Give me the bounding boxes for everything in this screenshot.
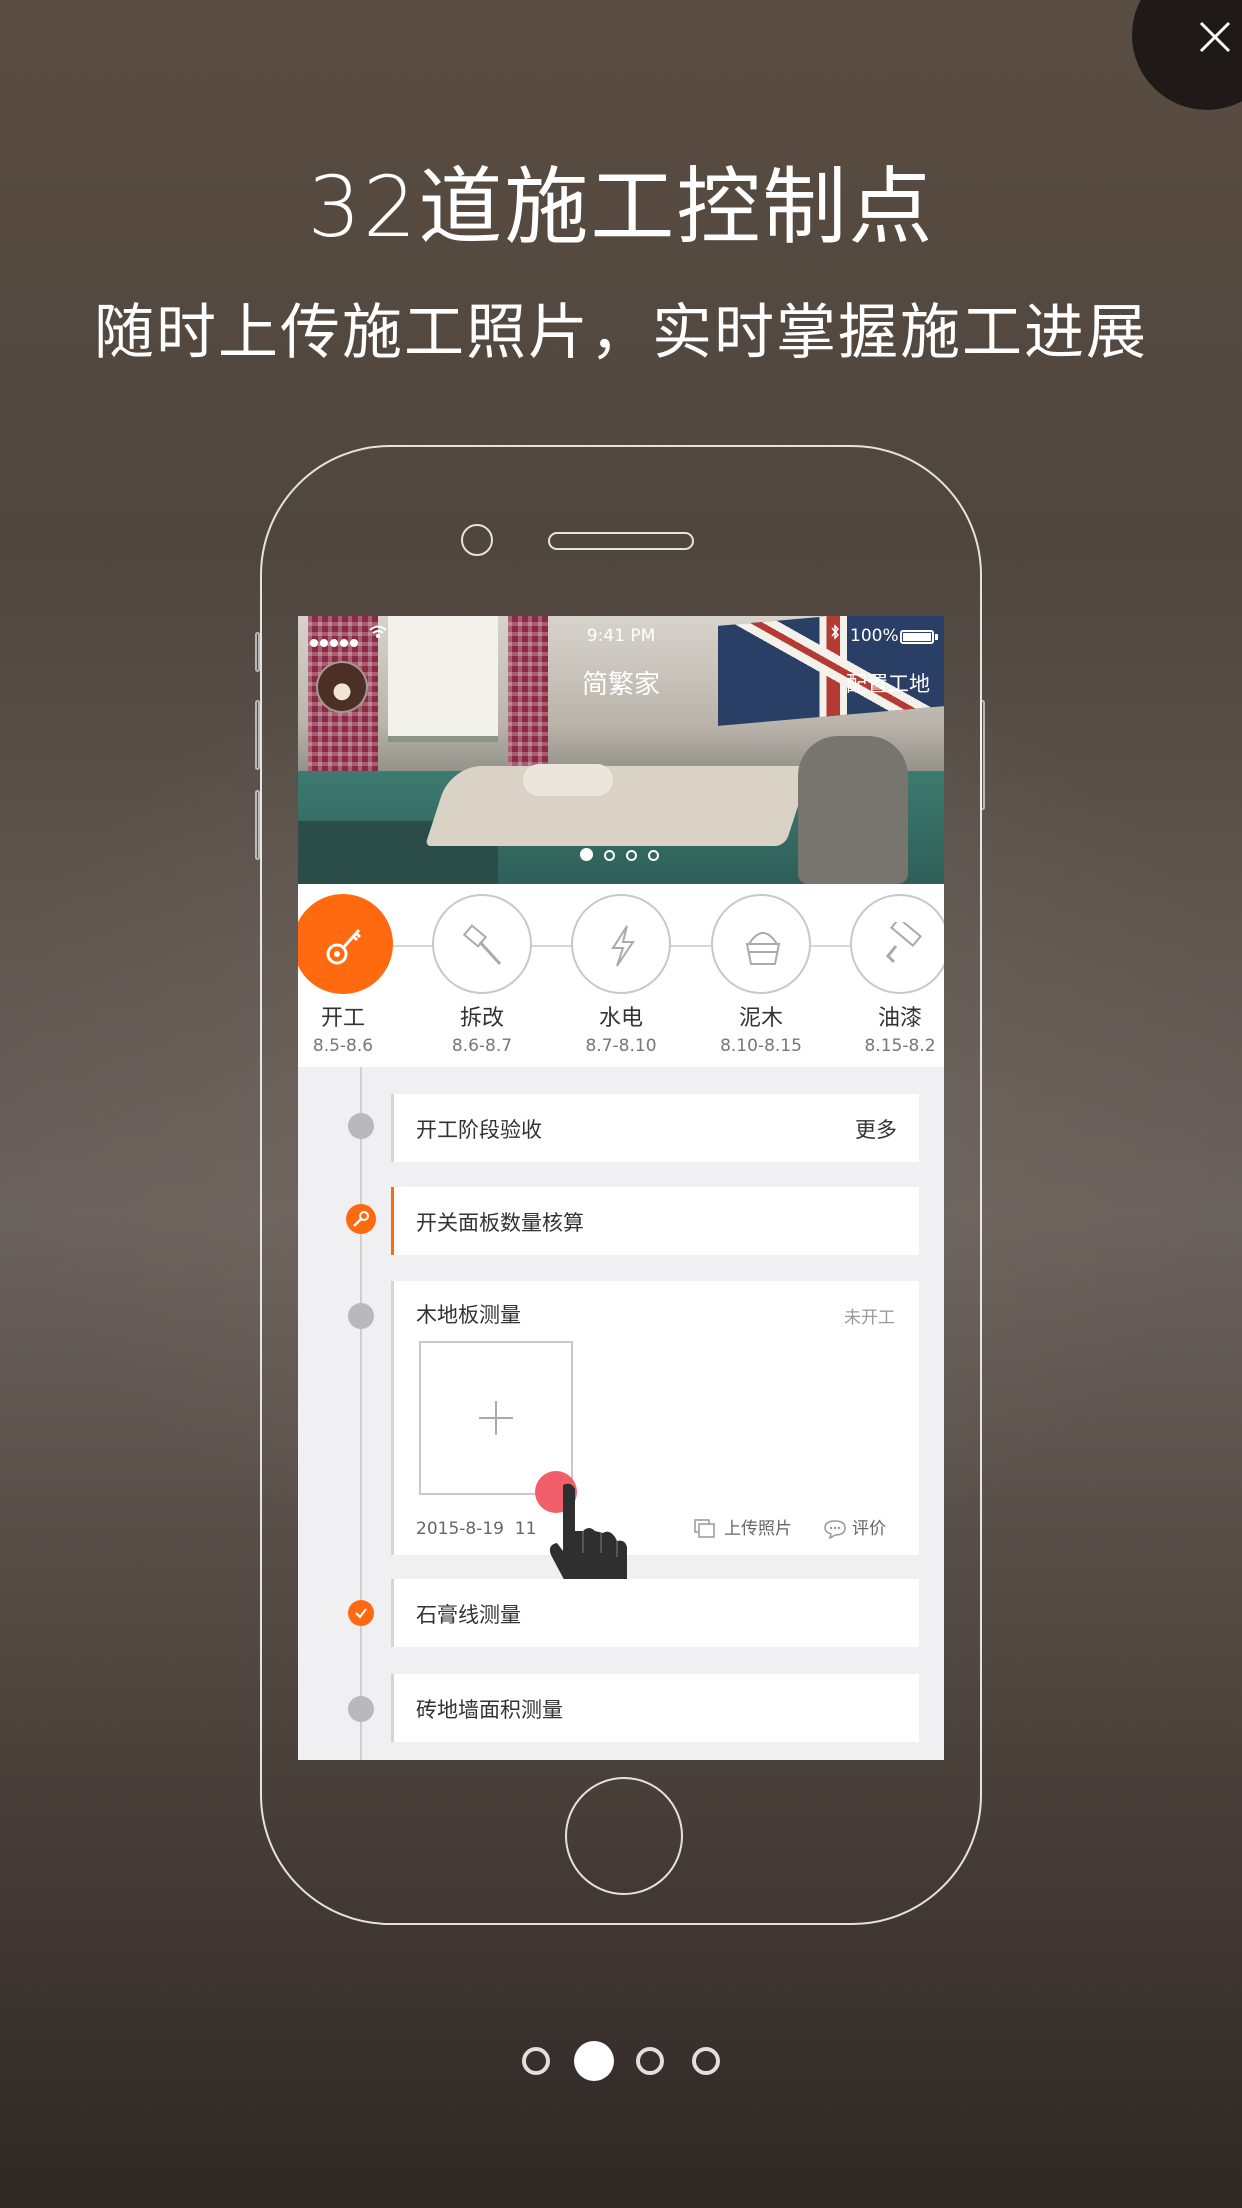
timeline-node-gray (348, 1113, 374, 1139)
stage-chaigai[interactable]: 拆改 8.6-8.7 (412, 894, 552, 1056)
stage-name: 泥木 (738, 1006, 783, 1031)
paint-roller-icon (850, 894, 944, 994)
status-time: 9:41 PM (586, 626, 656, 646)
banner-coat (798, 736, 908, 884)
page-indicator[interactable] (520, 2041, 730, 2081)
close-button[interactable] (1132, 0, 1242, 110)
task-card-expanded[interactable]: 木地板测量 未开工 2015-8-19 11 上传照片 评价 (391, 1281, 919, 1589)
more-link[interactable]: 更多 (855, 1114, 897, 1144)
phone-power-button (980, 700, 985, 810)
check-icon (348, 1600, 374, 1626)
page-dot-active[interactable] (574, 2041, 614, 2081)
banner-pillow (523, 764, 613, 796)
stage-kaigong[interactable]: 开工 8.5-8.6 (298, 894, 413, 1056)
hand-pointer-icon (549, 1483, 627, 1589)
task-date-value: 2015-8-19 (416, 1519, 504, 1539)
phone-screen: 9:41 PM 100% 简繁家 配置工地 开工 8.5-8.6 拆改 8.6-… (298, 616, 944, 1760)
stage-youqi[interactable]: 油漆 8.15-8.2 (830, 894, 944, 1056)
banner-bed (425, 766, 811, 846)
stage-date: 8.5-8.6 (312, 1036, 374, 1056)
phone-front-camera (461, 524, 493, 556)
stage-name: 油漆 (877, 1006, 922, 1031)
task-title: 砖地墙面积测量 (416, 1698, 563, 1722)
add-photo-button[interactable] (419, 1341, 627, 1589)
status-badge: 未开工 (844, 1308, 895, 1328)
bucket-icon (711, 894, 811, 994)
stage-nimu[interactable]: 泥木 8.10-8.15 (691, 894, 831, 1056)
stage-date: 8.6-8.7 (451, 1036, 513, 1056)
upload-photo-button[interactable]: 上传照片 (724, 1514, 792, 1539)
stage-name: 拆改 (459, 1006, 504, 1031)
bluetooth-icon (831, 624, 840, 640)
battery-nub (935, 634, 938, 640)
stage-date: 8.10-8.15 (720, 1036, 802, 1056)
phone-home-button (565, 1777, 683, 1895)
page-dot[interactable] (522, 2047, 550, 2075)
task-date: 2015-8-19 11 (416, 1519, 536, 1539)
banner-carousel-dots[interactable] (580, 846, 670, 865)
stage-date: 8.15-8.2 (864, 1036, 936, 1056)
close-icon (1199, 21, 1231, 53)
lightning-icon (571, 894, 671, 994)
comment-icon (824, 1520, 846, 1539)
config-site-button[interactable]: 配置工地 (846, 668, 930, 698)
task-card[interactable]: 砖地墙面积测量 (391, 1674, 919, 1742)
timeline-node-gray (348, 1303, 374, 1329)
phone-volume-down (255, 790, 260, 860)
task-card[interactable]: 开工阶段验收 更多 (391, 1094, 919, 1162)
headline: 32道施工控制点 (307, 158, 935, 256)
timeline-line (360, 1067, 362, 1760)
task-title: 开工阶段验收 (416, 1118, 542, 1142)
task-title: 开关面板数量核算 (416, 1211, 584, 1235)
timeline-node-gray (348, 1696, 374, 1722)
stage-shuidian[interactable]: 水电 8.7-8.10 (551, 894, 691, 1056)
page-dot[interactable] (636, 2047, 664, 2075)
stage-date: 8.7-8.10 (585, 1036, 657, 1056)
stage-selector: 开工 8.5-8.6 拆改 8.6-8.7 水电 8.7-8.10 泥木 8.1… (298, 884, 944, 1067)
task-card[interactable]: 开关面板数量核算 (391, 1187, 919, 1255)
task-title: 木地板测量 (416, 1303, 521, 1327)
subheadline: 随时上传施工照片，实时掌握施工进展 (94, 298, 1148, 368)
page-dot[interactable] (692, 2047, 720, 2075)
phone-mute-switch (255, 632, 260, 672)
hammer-icon (432, 894, 532, 994)
battery-icon (900, 630, 934, 644)
task-card[interactable]: 石膏线测量 (391, 1579, 919, 1647)
banner-photo: 9:41 PM 100% 简繁家 配置工地 (298, 616, 944, 884)
key-icon (298, 894, 393, 994)
wrench-icon (346, 1204, 376, 1234)
stage-name: 水电 (598, 1006, 643, 1031)
task-title: 石膏线测量 (416, 1603, 521, 1627)
stage-name: 开工 (320, 1006, 365, 1031)
comment-button[interactable]: 评价 (852, 1514, 886, 1539)
battery-percent: 100% (850, 626, 899, 646)
task-time-value: 11 (514, 1519, 537, 1539)
phone-volume-up (255, 700, 260, 770)
photos-icon (694, 1519, 715, 1538)
plus-icon (479, 1401, 513, 1435)
phone-speaker (548, 532, 694, 550)
